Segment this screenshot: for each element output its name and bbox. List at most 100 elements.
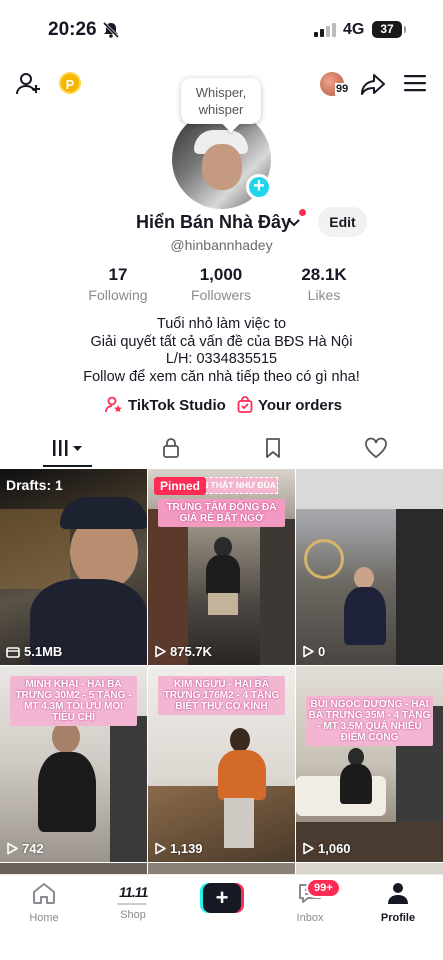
video-tile[interactable]: TRUNG TÂM ĐỐNG ĐA GIÁ RẺ BẤT NGỜ N THẬT … — [148, 469, 295, 665]
menu-icon[interactable] — [404, 74, 426, 92]
tile-logo — [304, 539, 344, 579]
bottom-nav: Home 11.11 Shop + Inbox 99+ Profile — [0, 874, 443, 960]
play-icon — [303, 842, 314, 855]
stat-followers[interactable]: 1,000 Followers — [166, 265, 276, 303]
tile-head — [230, 728, 250, 752]
tab-videos[interactable] — [12, 432, 123, 468]
edit-profile-button[interactable]: Edit — [318, 207, 367, 237]
tile-shirt — [38, 752, 96, 832]
bio-line: Follow để xem căn nhà tiếp theo có gì nh… — [83, 368, 360, 385]
network-type: 4G — [343, 21, 365, 38]
create-button[interactable]: + — [200, 883, 244, 913]
tile-caption: TRUNG TÂM ĐỐNG ĐA GIÁ RẺ BẤT NGỜ — [158, 499, 285, 527]
stat-value: 17 — [108, 265, 128, 284]
tiktok-studio-link[interactable]: TikTok Studio — [105, 396, 226, 414]
stat-label: Likes — [307, 287, 341, 303]
your-orders-label: Your orders — [258, 397, 342, 414]
tile-cap — [60, 497, 147, 529]
tile-shirt — [206, 555, 240, 595]
bell-muted-icon — [102, 21, 120, 39]
video-tile[interactable]: MINH KHAI - HAI BÀ TRƯNG 30M2 - 5 TẦNG -… — [0, 666, 147, 862]
coins-icon[interactable]: P — [59, 72, 81, 94]
nav-home-label: Home — [29, 912, 59, 924]
profile-handle: @hinbannhadey — [170, 237, 273, 253]
tile-stat-value: 875.7K — [170, 644, 212, 659]
tile-stat: 875.7K — [154, 644, 212, 659]
tile-head — [214, 537, 232, 557]
shop-sale-icon: 11.11 — [117, 881, 149, 905]
plus-icon: + — [203, 883, 241, 913]
tile-stat: 1,139 — [154, 841, 203, 856]
stat-likes[interactable]: 28.1K Likes — [269, 265, 379, 303]
share-icon[interactable] — [360, 72, 386, 96]
notification-dot — [299, 209, 306, 216]
add-friend-icon[interactable] — [16, 71, 42, 97]
play-icon — [303, 645, 314, 658]
play-icon — [7, 842, 18, 855]
pinned-badge: Pinned — [154, 477, 207, 495]
stat-label: Followers — [191, 287, 251, 303]
tile-stat-value: 0 — [318, 644, 326, 659]
stat-value: 1,000 — [199, 265, 243, 284]
tile-wall-left — [148, 509, 188, 665]
tile-stat-value: 1,139 — [170, 841, 203, 856]
tab-saved[interactable] — [217, 432, 328, 468]
nav-shop-label: Shop — [120, 909, 146, 921]
tab-liked[interactable] — [320, 432, 431, 468]
tile-wall-right — [260, 519, 295, 665]
profile-name: Hiển Bán Nhà Đây — [136, 212, 292, 232]
tile-shorts — [208, 593, 238, 615]
person-star-icon — [105, 396, 122, 413]
heart-icon — [364, 437, 387, 459]
shopping-bag-icon — [237, 396, 253, 413]
tile-stat: 0 — [302, 644, 325, 659]
nav-shop[interactable]: 11.11 Shop — [93, 881, 173, 921]
stat-value: 28.1K — [301, 265, 347, 284]
nav-home[interactable]: Home — [4, 881, 84, 924]
home-icon — [33, 883, 55, 904]
chevron-down-icon[interactable] — [288, 218, 300, 228]
profile-bio: Tuổi nhỏ làm việc to Giải quyết tất cả v… — [0, 316, 443, 386]
nav-profile[interactable]: Profile — [358, 881, 438, 924]
tile-door — [110, 716, 147, 862]
play-icon — [155, 842, 166, 855]
nav-profile-label: Profile — [380, 912, 416, 924]
signal-bars-icon — [314, 23, 336, 37]
stat-label: Following — [88, 287, 148, 303]
tile-stat-value: 1,060 — [318, 841, 351, 856]
video-tile[interactable]: Drafts: 1 5.1MB — [0, 469, 147, 665]
tile-shirt — [344, 587, 386, 645]
tile-shirt — [340, 764, 372, 804]
tile-caption: MINH KHAI - HAI BÀ TRƯNG 30M2 - 5 TẦNG -… — [10, 676, 137, 726]
storage-icon — [6, 647, 20, 658]
add-story-button[interactable]: + — [246, 174, 272, 200]
active-tab-indicator — [43, 465, 92, 467]
your-orders-link[interactable]: Your orders — [237, 396, 342, 414]
note-bubble[interactable]: Whisper, whisper — [181, 78, 261, 124]
stat-following[interactable]: 17 Following — [63, 265, 173, 303]
battery-indicator: 37 — [372, 21, 406, 38]
tile-stat-value: 5.1MB — [24, 644, 63, 659]
play-icon — [155, 645, 166, 658]
video-tile[interactable]: 0 — [296, 469, 443, 665]
bio-line: Giải quyết tất cả vấn đề của BĐS Hà Nội — [90, 333, 353, 350]
tile-stat: 5.1MB — [6, 644, 62, 659]
tile-caption-top: N THẬT NHƯ ĐÙA — [200, 477, 278, 494]
tiktok-studio-label: TikTok Studio — [128, 397, 226, 414]
lock-icon — [162, 438, 179, 458]
drafts-label: Drafts: 1 — [6, 477, 63, 493]
tile-pants — [224, 798, 254, 848]
tab-private[interactable] — [115, 432, 226, 468]
avatar-face — [202, 144, 242, 190]
friends-count: 99 — [335, 83, 350, 95]
status-bar: 20:26 4G 37 — [0, 0, 443, 60]
tile-ceiling — [296, 469, 443, 509]
grid-bars-icon — [52, 440, 82, 456]
inbox-badge: 99+ — [306, 878, 341, 898]
video-tile[interactable]: KIM NGƯU - HAI BÀ TRƯNG 176M2 - 4 TẦNG B… — [148, 666, 295, 862]
tile-hoodie — [218, 750, 266, 800]
content-tabs — [0, 432, 443, 468]
status-time: 20:26 — [48, 19, 97, 40]
video-tile[interactable]: BÙI NGỌC DƯƠNG - HAI BÀ TRƯNG 35M - 4 TẦ… — [296, 666, 443, 862]
nav-inbox-label: Inbox — [296, 912, 324, 924]
